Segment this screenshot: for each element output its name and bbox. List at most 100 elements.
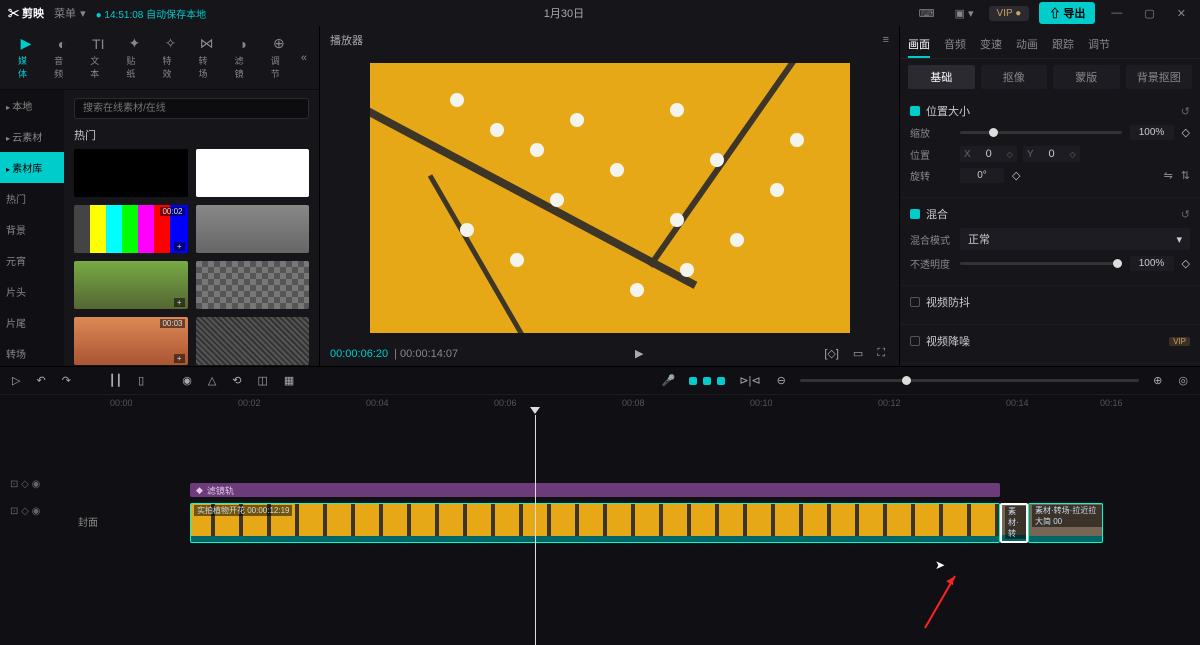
ratio-icon[interactable]: [◇] (820, 347, 843, 360)
toggle-2[interactable] (703, 377, 711, 385)
undo-icon[interactable]: ↶ (34, 372, 47, 389)
play-button[interactable]: ▶ (631, 347, 647, 360)
insp-tab-audio[interactable]: 音频 (944, 32, 966, 58)
media-thumb[interactable]: + (74, 261, 188, 309)
sidebar-item-lantern[interactable]: 元宵 (0, 245, 64, 276)
video-clip-main[interactable]: 实拍植物开花 00:00:12:19 (190, 503, 1000, 543)
reset-icon[interactable]: ↺ (1181, 105, 1190, 118)
reset-icon[interactable]: ↺ (1181, 208, 1190, 221)
maximize-button[interactable]: ▢ (1138, 7, 1160, 20)
tab-adjust[interactable]: ⊕调节 (261, 31, 297, 84)
timeline-tracks[interactable]: ⊡ ◇ ◉ ◆ 滤镜轨 ⊡ ◇ ◉ 封面 实拍植物开花 00:00:12:19 … (0, 415, 1200, 645)
sidebar-item-cloud[interactable]: 云素材 (0, 121, 64, 152)
flip-v-icon[interactable]: ⇅ (1181, 169, 1190, 182)
blend-mode-select[interactable]: 正常▾ (960, 228, 1190, 250)
magnet-icon[interactable]: ⊳|⊲ (737, 372, 762, 389)
media-thumb[interactable] (196, 149, 310, 197)
search-input[interactable] (74, 98, 309, 119)
export-button[interactable]: ⇧ 导出 (1039, 2, 1095, 24)
tab-audio[interactable]: ◐音频 (44, 32, 80, 84)
tab-media[interactable]: ▶媒体 (8, 31, 44, 84)
redo-icon[interactable]: ↷ (60, 372, 73, 389)
insp-tab-anim[interactable]: 动画 (1016, 32, 1038, 58)
vip-badge[interactable]: VIP ● (989, 6, 1030, 21)
shortcut-icon[interactable]: ⌨ (914, 5, 940, 22)
video-track-head[interactable]: ⊡ ◇ ◉ (0, 506, 76, 517)
stepper-icon[interactable]: ◇ (1012, 169, 1020, 182)
sidebar-item-library[interactable]: 素材库 (0, 152, 64, 183)
fullscreen-icon[interactable]: ⛶ (873, 347, 889, 360)
subtab-bgremove[interactable]: 背景抠图 (1126, 65, 1193, 89)
subtab-basic[interactable]: 基础 (908, 65, 975, 89)
blend-checkbox[interactable] (910, 209, 920, 219)
playhead[interactable] (535, 415, 536, 645)
denoise-checkbox[interactable] (910, 336, 920, 346)
tab-sticker[interactable]: ✦贴纸 (116, 31, 152, 84)
crop-icon[interactable]: ◫ (256, 372, 270, 389)
filter-clip[interactable]: ◆ 滤镜轨 (190, 483, 1000, 497)
video-clip-3[interactable]: 素材·转场·拉近拉大简 00 (1028, 503, 1103, 543)
delete-icon[interactable]: ▯ (136, 372, 146, 389)
project-title[interactable]: 1月30日 (214, 5, 914, 21)
fit-icon[interactable]: ◎ (1176, 372, 1190, 389)
media-thumb[interactable]: 00:03+ (74, 317, 188, 365)
tab-effect[interactable]: ✧特效 (152, 31, 188, 84)
tab-filter[interactable]: ◑滤镜 (225, 32, 261, 84)
media-thumb[interactable] (74, 149, 188, 197)
media-thumb[interactable] (196, 205, 310, 253)
flip-h-icon[interactable]: ⇋ (1164, 169, 1173, 182)
pos-x-input[interactable]: X0◇ (960, 146, 1017, 162)
resolution-icon[interactable]: ▭ (849, 347, 867, 360)
video-clip-selected[interactable]: 素材·转 (1000, 503, 1028, 543)
media-thumb[interactable] (196, 261, 310, 309)
zoom-in-icon[interactable]: ⊕ (1151, 372, 1164, 389)
insp-tab-speed[interactable]: 变速 (980, 32, 1002, 58)
tab-text[interactable]: TI文本 (80, 32, 116, 84)
freeze-icon[interactable]: ▦ (282, 372, 296, 389)
opacity-slider[interactable] (960, 262, 1122, 265)
subtab-mask[interactable]: 蒙版 (1053, 65, 1120, 89)
sidebar-item-local[interactable]: 本地 (0, 90, 64, 121)
subtab-cutout[interactable]: 抠像 (981, 65, 1048, 89)
zoom-slider[interactable] (800, 379, 1139, 382)
sidebar-item-intro[interactable]: 片头 (0, 276, 64, 307)
filter-track-head[interactable]: ⊡ ◇ ◉ (0, 479, 76, 490)
opacity-value[interactable]: 100% (1130, 256, 1174, 271)
media-thumb[interactable]: 00:02+ (74, 205, 188, 253)
media-thumb[interactable] (196, 317, 310, 365)
insp-tab-picture[interactable]: 画面 (908, 32, 930, 58)
preview-viewport[interactable] (370, 63, 850, 333)
minimize-button[interactable]: — (1105, 7, 1128, 19)
sidebar-item-hot[interactable]: 热门 (0, 183, 64, 214)
scale-value[interactable]: 100% (1130, 125, 1174, 140)
mask-icon[interactable]: △ (206, 372, 218, 389)
cover-label[interactable]: 封面 (78, 514, 98, 529)
close-button[interactable]: ✕ (1171, 7, 1192, 20)
collapse-icon[interactable]: « (297, 48, 311, 68)
select-tool-icon[interactable]: ▷ (10, 372, 22, 389)
toggle-3[interactable] (717, 377, 725, 385)
insp-tab-adjust[interactable]: 调节 (1088, 32, 1110, 58)
tab-transition[interactable]: ⋈转场 (189, 31, 225, 84)
insp-tab-track[interactable]: 跟踪 (1052, 32, 1074, 58)
timeline-ruler[interactable]: 00:00 00:02 00:04 00:06 00:08 00:10 00:1… (0, 395, 1200, 415)
preview-menu-icon[interactable]: ≡ (883, 34, 889, 46)
split-icon[interactable]: ┃┃ (107, 372, 124, 389)
stepper-icon[interactable]: ◇ (1182, 126, 1190, 139)
speed-icon[interactable]: ◉ (180, 372, 194, 389)
zoom-out-icon[interactable]: ⊖ (775, 372, 788, 389)
rotation-value[interactable]: 0° (960, 168, 1004, 183)
layout-icon[interactable]: ▣ ▾ (950, 5, 979, 22)
mic-icon[interactable]: 🎤 (660, 372, 678, 389)
sidebar-item-outro[interactable]: 片尾 (0, 307, 64, 338)
rotate-icon[interactable]: ⟲ (230, 372, 243, 389)
sidebar-item-bg[interactable]: 背景 (0, 214, 64, 245)
menu-dropdown[interactable]: 菜单▾ (54, 5, 86, 21)
stabilize-checkbox[interactable] (910, 297, 920, 307)
scale-slider[interactable] (960, 131, 1122, 134)
pos-y-input[interactable]: Y0◇ (1023, 146, 1080, 162)
toggle-1[interactable] (689, 377, 697, 385)
stepper-icon[interactable]: ◇ (1182, 257, 1190, 270)
pos-size-checkbox[interactable] (910, 106, 920, 116)
sidebar-item-trans[interactable]: 转场 (0, 338, 64, 366)
